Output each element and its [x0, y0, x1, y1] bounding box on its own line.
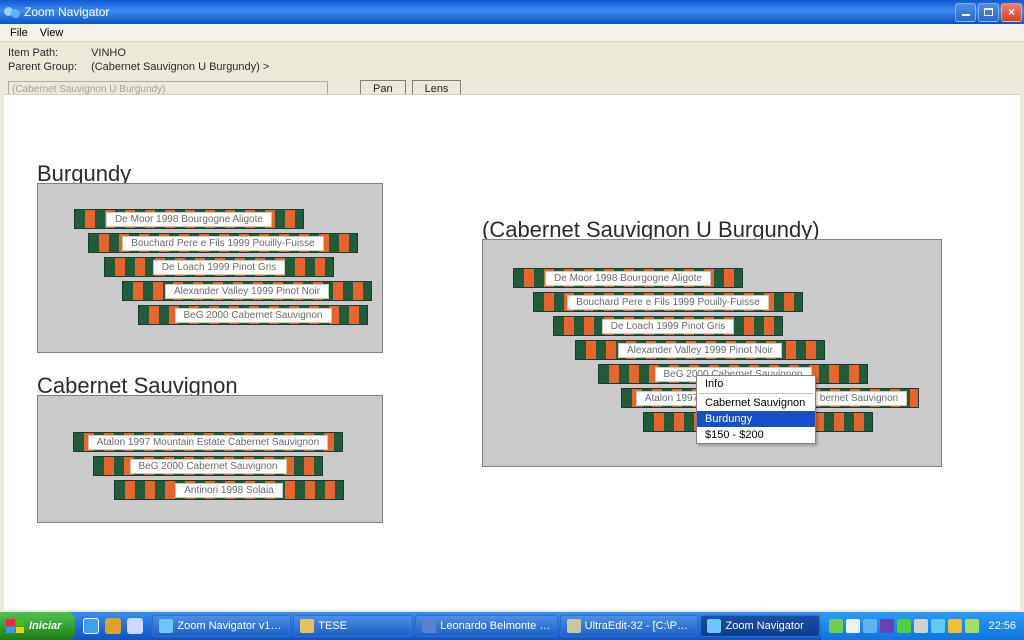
taskbar-task[interactable]: UltraEdit-32 - [C:\Pro... [560, 615, 699, 637]
tray-icon[interactable] [914, 619, 928, 633]
menu-bar: File View [0, 24, 1024, 42]
group-box-burgundy[interactable]: De Moor 1998 Bourgogne Aligote Bouchard … [37, 183, 383, 353]
app-icon [4, 5, 20, 19]
wine-item[interactable]: De Loach 1999 Pinot Gris [553, 316, 783, 336]
clock[interactable]: 22:56 [988, 620, 1016, 632]
quick-launch [75, 612, 151, 640]
system-tray: 22:56 [821, 612, 1024, 640]
tray-icon[interactable] [863, 619, 877, 633]
wine-item[interactable]: De Moor 1998 Bourgogne Aligote [74, 209, 304, 229]
context-menu-item-price[interactable]: $150 - $200 [697, 427, 815, 443]
menu-file[interactable]: File [4, 25, 34, 41]
parent-group-value: (Cabernet Sauvignon U Burgundy) > [91, 61, 269, 73]
wine-item[interactable]: BeG 2000 Cabernet Sauvignon [93, 456, 323, 476]
context-menu-separator [699, 393, 813, 394]
wine-item[interactable]: De Moor 1998 Bourgogne Aligote [513, 268, 743, 288]
minimize-button[interactable] [955, 3, 976, 22]
tray-icon[interactable] [965, 619, 979, 633]
start-button[interactable]: Iniciar [0, 612, 75, 640]
taskbar-task[interactable]: Zoom Navigator v1.0... [152, 615, 291, 637]
menu-view[interactable]: View [34, 25, 70, 41]
wine-item[interactable]: Alexander Valley 1999 Pinot Noir [575, 340, 825, 360]
taskbar-task-active[interactable]: Zoom Navigator [700, 615, 820, 637]
group-box-cab[interactable]: Atalon 1997 Mountain Estate Cabernet Sau… [37, 395, 383, 523]
canvas[interactable]: Burgundy De Moor 1998 Bourgogne Aligote … [4, 94, 1020, 610]
windows-logo-icon [6, 619, 24, 633]
wine-item[interactable]: Antinori 1998 Solaia [114, 480, 344, 500]
taskbar-task[interactable]: TESE [293, 615, 413, 637]
app-icon [707, 619, 721, 633]
wine-item-truncated[interactable]: bernet Sauvignon [799, 388, 919, 408]
item-path-label: Item Path: [8, 46, 88, 60]
window-title: Zoom Navigator [24, 5, 109, 19]
folder-icon[interactable] [105, 618, 121, 634]
ie-icon[interactable] [83, 618, 99, 634]
wine-item[interactable]: BeG 2000 Cabernet Sauvignon [138, 305, 368, 325]
wine-item[interactable]: De Loach 1999 Pinot Gris [104, 257, 334, 277]
parent-group-label: Parent Group: [8, 60, 88, 74]
wine-item[interactable]: Bouchard Pere e Fils 1999 Pouilly-Fuisse [88, 233, 358, 253]
close-button[interactable]: × [1001, 3, 1022, 22]
ultraedit-icon [567, 619, 581, 633]
taskbar-task[interactable]: Leonardo Belmonte - ... [415, 615, 557, 637]
tray-icon[interactable] [897, 619, 911, 633]
context-menu-item-burgundy[interactable]: Burdungy [697, 411, 815, 427]
tray-icon[interactable] [931, 619, 945, 633]
wine-item[interactable]: Atalon 1997 Mountain Estate Cabernet Sau… [73, 432, 343, 452]
item-path-value: VINHO [91, 47, 126, 59]
wine-item[interactable]: Bouchard Pere e Fils 1999 Pouilly-Fuisse [533, 292, 803, 312]
info-panel: Item Path: VINHO Parent Group: (Cabernet… [0, 42, 1024, 74]
titlebar: Zoom Navigator × [0, 0, 1024, 24]
maximize-button[interactable] [978, 3, 999, 22]
context-menu-item-info[interactable]: Info [697, 376, 815, 392]
show-desktop-icon[interactable] [127, 618, 143, 634]
taskbar: Iniciar Zoom Navigator v1.0... TESE Leon… [0, 612, 1024, 640]
folder-icon [300, 619, 314, 633]
tray-icon[interactable] [948, 619, 962, 633]
context-menu-item-cab[interactable]: Cabernet Sauvignon [697, 395, 815, 411]
tray-icon[interactable] [846, 619, 860, 633]
context-menu: Info Cabernet Sauvignon Burdungy $150 - … [696, 375, 816, 444]
tray-icon[interactable] [880, 619, 894, 633]
tray-icon[interactable] [829, 619, 843, 633]
app-icon [159, 619, 173, 633]
word-icon [422, 619, 436, 633]
wine-item[interactable]: Alexander Valley 1999 Pinot Noir [122, 281, 372, 301]
